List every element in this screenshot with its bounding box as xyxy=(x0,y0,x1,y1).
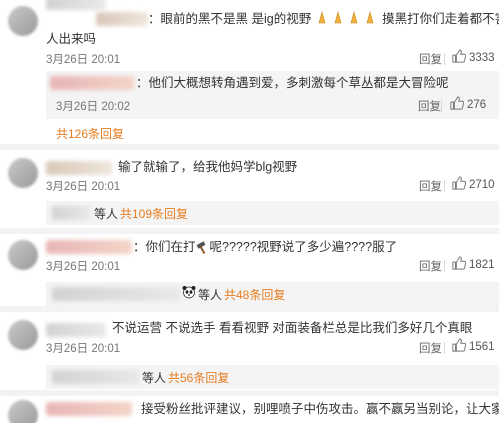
summary-text: 等人 xyxy=(198,288,223,302)
avatar[interactable] xyxy=(8,400,38,423)
reply-text: ：他们大概想转角遇到爱，多刺激每个草丛都是大冒险呢 xyxy=(136,76,449,90)
comment-item: ：你们在打 呢?????视野说了多少遍????服了 3月26日 20:01 回复 … xyxy=(0,234,499,306)
like-button[interactable]: 3333 xyxy=(452,49,495,66)
username[interactable] xyxy=(52,370,140,384)
username[interactable] xyxy=(46,0,106,10)
username[interactable] xyxy=(46,402,132,416)
comment-text: ：眼前的黑不是黑 是ig的视野 摸黑打你们走着都不害怕突然冒 xyxy=(148,9,499,30)
view-more-replies[interactable]: 共48条回复 xyxy=(224,286,285,303)
thumbs-up-icon xyxy=(452,256,467,273)
timestamp: 3月26日 20:01 xyxy=(46,54,121,66)
thumbs-up-icon xyxy=(452,176,467,193)
summary-text: 等人 xyxy=(142,371,167,385)
timestamp: 3月26日 20:01 xyxy=(46,343,121,355)
timestamp: 3月26日 20:02 xyxy=(56,101,131,113)
sub-reply: ：他们大概想转角遇到爱，多刺激每个草丛都是大冒险呢 3月26日 20:02 回复… xyxy=(46,71,499,119)
reply-summary[interactable]: 等人 共56条回复 xyxy=(46,365,499,389)
divider xyxy=(441,100,442,112)
avatar[interactable] xyxy=(8,6,38,36)
username[interactable] xyxy=(46,161,112,175)
like-button[interactable]: 1821 xyxy=(452,256,495,273)
comment-item: ：眼前的黑不是黑 是ig的视野 摸黑打你们走着都不害怕突然冒 人出来吗 3月26… xyxy=(0,0,499,144)
like-button[interactable]: 276 xyxy=(450,96,486,113)
reply-button[interactable]: 回复 xyxy=(419,51,442,67)
divider xyxy=(444,180,445,192)
avatar[interactable] xyxy=(8,158,38,188)
username[interactable] xyxy=(52,287,180,301)
username[interactable] xyxy=(46,240,132,254)
username[interactable] xyxy=(50,76,134,90)
comment-item: 输了就输了，给我他妈学blg视野 3月26日 20:01 回复 2710 等人 … xyxy=(0,150,499,228)
comment-item: 接受粉丝批评建议，别哩喷子中伤攻击。赢不赢另当别论，让大家看到你们在 xyxy=(0,396,499,423)
thumbs-up-icon xyxy=(450,96,465,113)
avatar[interactable] xyxy=(8,240,38,270)
divider xyxy=(444,260,445,272)
username[interactable] xyxy=(46,323,106,337)
avatar[interactable] xyxy=(8,320,38,350)
comment-text-cont: 人出来吗 xyxy=(46,32,97,46)
comment-text: 接受粉丝批评建议，别哩喷子中伤攻击。赢不赢另当别论，让大家看到你们在 xyxy=(141,402,499,416)
like-count: 2710 xyxy=(469,178,495,191)
timestamp: 3月26日 20:01 xyxy=(46,181,121,193)
timestamp: 3月26日 20:01 xyxy=(46,261,121,273)
reply-button[interactable]: 回复 xyxy=(419,178,442,194)
comment-feed: ：眼前的黑不是黑 是ig的视野 摸黑打你们走着都不害怕突然冒 人出来吗 3月26… xyxy=(0,0,499,423)
comment-text: ：你们在打 呢?????视野说了多少遍????服了 xyxy=(133,240,398,255)
username[interactable] xyxy=(96,12,148,26)
like-count: 1821 xyxy=(469,258,495,271)
reply-summary[interactable]: 等人 共48条回复 xyxy=(46,282,499,306)
divider xyxy=(444,53,445,65)
praying-hands-emoji xyxy=(315,10,379,30)
hammer-emoji xyxy=(196,240,210,255)
like-count: 276 xyxy=(467,98,487,111)
reply-summary[interactable]: 等人 共109条回复 xyxy=(46,201,499,225)
like-button[interactable]: 1561 xyxy=(452,338,495,355)
like-button[interactable]: 2710 xyxy=(452,176,495,193)
reply-button[interactable]: 回复 xyxy=(419,340,442,356)
comment-text: 不说运营 不说选手 看看视野 对面装备栏总是比我们多好几个真眼 xyxy=(112,321,473,335)
like-count: 3333 xyxy=(469,51,495,64)
like-count: 1561 xyxy=(469,340,495,353)
username[interactable] xyxy=(52,206,90,220)
comment-item: 不说运营 不说选手 看看视野 对面装备栏总是比我们多好几个真眼 3月26日 20… xyxy=(0,312,499,390)
thumbs-up-icon xyxy=(452,49,467,66)
view-more-replies[interactable]: 共56条回复 xyxy=(168,369,229,386)
thumbs-up-icon xyxy=(452,338,467,355)
comment-text: 输了就输了，给我他妈学blg视野 xyxy=(118,160,298,174)
view-more-replies[interactable]: 共126条回复 xyxy=(56,125,124,142)
panda-emoji xyxy=(182,285,196,302)
divider xyxy=(444,342,445,354)
view-more-replies[interactable]: 共109条回复 xyxy=(120,205,188,222)
reply-button[interactable]: 回复 xyxy=(419,258,442,274)
reply-button[interactable]: 回复 xyxy=(418,98,441,114)
summary-text: 等人 xyxy=(94,207,119,221)
